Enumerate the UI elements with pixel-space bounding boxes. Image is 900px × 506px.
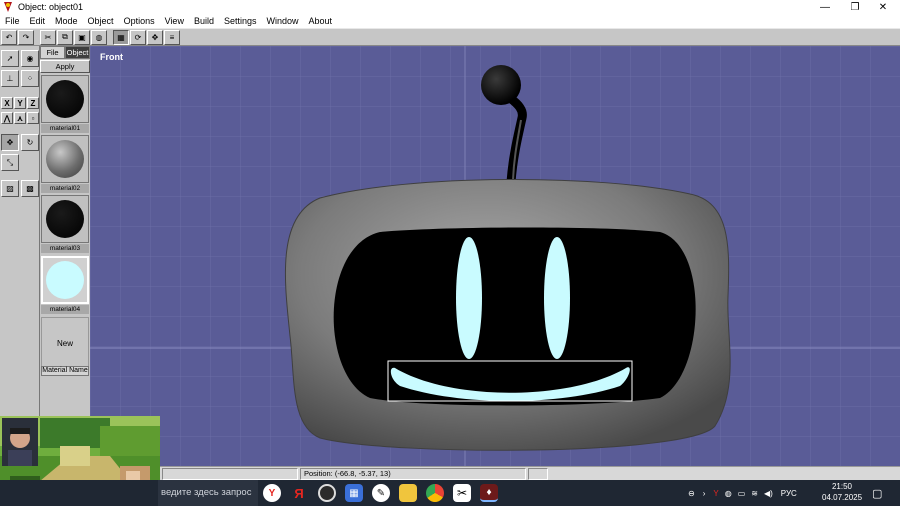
3d-viewport[interactable]: Front — [90, 46, 900, 466]
material-label: material01 — [41, 124, 89, 133]
material-panel: File Object Apply material01 material02 … — [40, 46, 90, 466]
paste-icon[interactable]: ▣ — [74, 29, 90, 45]
language-indicator[interactable]: РУС — [781, 489, 797, 498]
battery-icon[interactable]: ▭ — [738, 489, 746, 498]
menu-view[interactable]: View — [160, 16, 189, 26]
tab-object[interactable]: Object — [65, 46, 90, 59]
material-sphere — [46, 200, 84, 238]
material-sphere — [46, 140, 84, 178]
material-label: material03 — [41, 244, 89, 253]
material-sphere — [46, 261, 84, 299]
menu-build[interactable]: Build — [189, 16, 219, 26]
view-label: Front — [100, 52, 123, 62]
texture-icon[interactable]: ▩ — [21, 180, 39, 197]
system-tray: ⊖ › Y ◍ ▭ ≋ ◀) РУС — [688, 480, 797, 506]
app-window: Object: object01 — ❐ ✕ File Edit Mode Ob… — [0, 0, 900, 506]
undo-icon[interactable]: ↶ — [1, 29, 17, 45]
grid-icon[interactable]: ▦ — [113, 29, 129, 45]
move-icon[interactable]: ✥ — [1, 134, 19, 151]
capcut-editor-icon[interactable]: ✂ — [453, 484, 471, 502]
rotate-icon[interactable]: ⟳ — [130, 29, 146, 45]
minimize-icon[interactable]: — — [810, 0, 840, 14]
window-title: Object: object01 — [18, 2, 84, 12]
axis-z-button[interactable]: Z — [27, 97, 39, 109]
cut-icon[interactable]: ✂ — [40, 29, 56, 45]
material-label: material02 — [41, 184, 89, 193]
viewport-scene — [90, 46, 900, 466]
transform-a-icon[interactable]: ⋀ — [1, 112, 13, 124]
axis-y-button[interactable]: Y — [14, 97, 26, 109]
menu-file[interactable]: File — [0, 16, 25, 26]
copy-icon[interactable]: ⧉ — [57, 29, 73, 45]
notification-icon[interactable]: ▢ — [872, 480, 882, 506]
yandex-tray-icon[interactable]: Y — [713, 489, 718, 498]
close-icon[interactable]: ✕ — [868, 0, 898, 14]
title-bar: Object: object01 — ❐ ✕ — [0, 0, 900, 14]
left-eye — [456, 237, 482, 359]
steam-icon[interactable]: ◍ — [725, 489, 732, 498]
material-name-field[interactable]: Material Name — [41, 366, 89, 376]
eye-icon[interactable]: ◉ — [21, 50, 39, 67]
clock-date: 04.07.2025 — [822, 493, 863, 502]
menu-edit[interactable]: Edit — [25, 16, 51, 26]
obs-icon[interactable] — [318, 484, 336, 502]
restore-icon[interactable]: ❐ — [840, 0, 870, 14]
tab-file[interactable]: File — [40, 46, 65, 59]
app-logo-icon — [4, 2, 12, 12]
menu-bar: File Edit Mode Object Options View Build… — [0, 14, 900, 28]
status-cell-small — [528, 468, 548, 480]
select-arrow-icon[interactable]: ➚ — [1, 50, 19, 67]
rotate-tool-icon[interactable]: ↻ — [21, 134, 39, 151]
scale-icon[interactable]: ✥ — [147, 29, 163, 45]
volume-icon[interactable]: ◀) — [764, 489, 773, 498]
menu-window[interactable]: Window — [262, 16, 304, 26]
scale-tool-icon[interactable]: ⤡ — [1, 154, 19, 171]
points-icon[interactable]: ⁘ — [21, 70, 39, 87]
image-viewer-icon[interactable]: ▦ — [345, 484, 363, 502]
transform-b-icon[interactable]: ⋏ — [14, 112, 26, 124]
yandex-browser-icon[interactable]: Y — [263, 484, 281, 502]
status-cell-empty — [162, 468, 298, 480]
transform-c-icon[interactable]: ▫ — [27, 112, 39, 124]
material-sphere — [46, 80, 84, 118]
menu-options[interactable]: Options — [119, 16, 160, 26]
material-label: material04 — [41, 305, 89, 314]
modeler-app-icon[interactable]: ♦ — [480, 484, 498, 502]
mesh-icon[interactable]: ▨ — [1, 180, 19, 197]
menu-settings[interactable]: Settings — [219, 16, 262, 26]
taskbar-search-input[interactable]: ведите здесь запрос — [158, 480, 258, 506]
capcut-icon[interactable]: ✎ — [372, 484, 390, 502]
new-material-button[interactable]: New — [41, 317, 89, 369]
chrome-icon[interactable] — [426, 484, 444, 502]
file-explorer-icon[interactable] — [399, 484, 417, 502]
apply-button[interactable]: Apply — [40, 60, 90, 73]
list-icon[interactable]: ≡ — [164, 29, 180, 45]
clock-time: 21:50 — [831, 482, 853, 491]
material-swatch[interactable] — [41, 195, 89, 243]
menu-mode[interactable]: Mode — [50, 16, 83, 26]
axis-x-button[interactable]: X — [1, 97, 13, 109]
taskbar-clock[interactable]: 21:50 04.07.2025 — [822, 481, 862, 503]
material-swatch[interactable] — [41, 75, 89, 123]
menu-object[interactable]: Object — [83, 16, 119, 26]
toolbar: ↶ ↷ ✂ ⧉ ▣ ◍ ▦ ⟳ ✥ ≡ — [0, 28, 900, 46]
tool-palette: ➚ ◉ ⊥ ⁘ X Y Z ⋀ ⋏ ▫ ✥ ↻ ⤡ ▨ ▩ — [0, 46, 40, 466]
antenna-ball — [481, 65, 521, 105]
axis-icon[interactable]: ⊥ — [1, 70, 19, 87]
yandex-icon[interactable]: Я — [290, 484, 308, 502]
redo-icon[interactable]: ↷ — [18, 29, 34, 45]
chevron-right-icon[interactable]: › — [703, 489, 706, 498]
sphere-icon[interactable]: ◍ — [91, 29, 107, 45]
right-eye — [544, 237, 570, 359]
material-swatch-selected[interactable] — [41, 256, 89, 304]
link-icon[interactable]: ⊖ — [688, 489, 695, 498]
wifi-icon[interactable]: ≋ — [751, 489, 758, 498]
status-bar: Position: (-66.8, -5.37, 13) — [160, 466, 900, 480]
position-readout: Position: (-66.8, -5.37, 13) — [300, 468, 526, 480]
menu-about[interactable]: About — [304, 16, 338, 26]
material-swatch[interactable] — [41, 135, 89, 183]
